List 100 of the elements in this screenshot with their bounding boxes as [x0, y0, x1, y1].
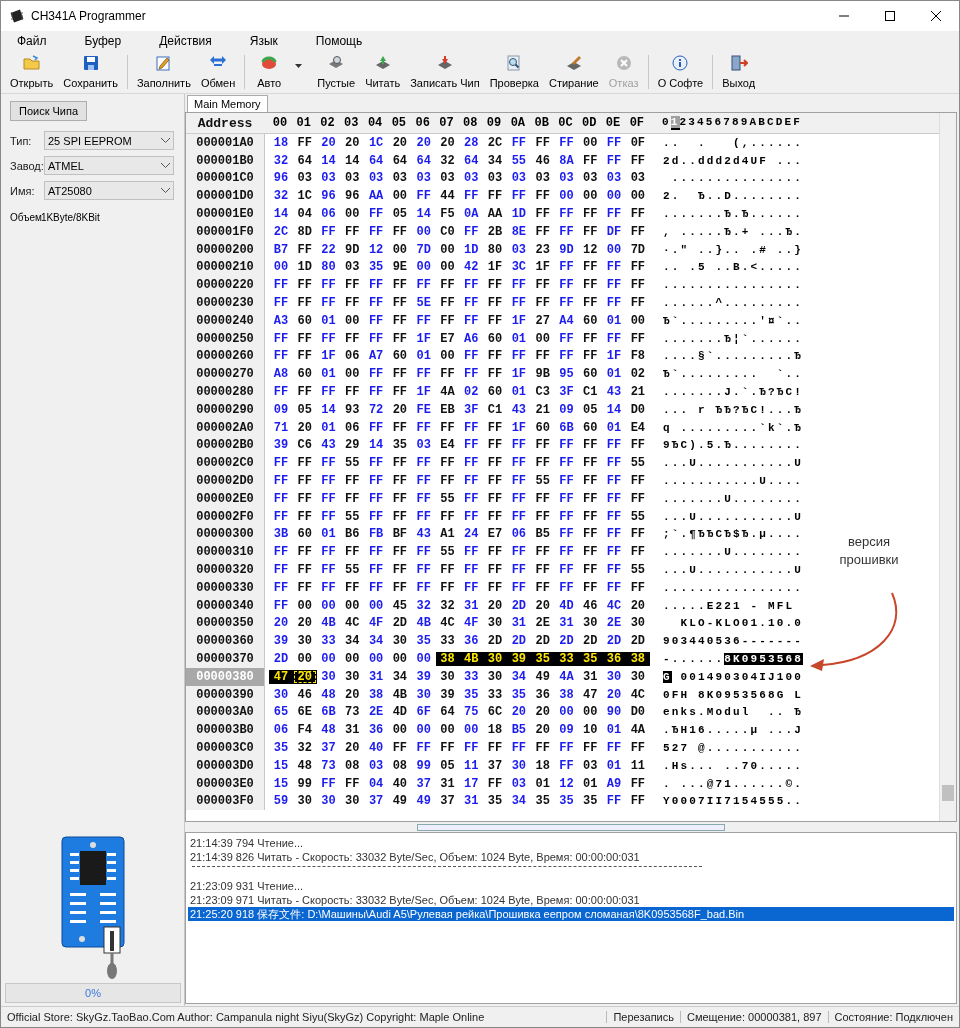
annotation-text: версия прошивки: [838, 533, 900, 569]
caret-icon[interactable]: [295, 64, 303, 68]
column-header: 0E: [604, 116, 622, 130]
toolbar-button[interactable]: Проверка: [484, 55, 544, 89]
column-header: 0A: [509, 116, 527, 130]
toolbar-button[interactable]: О Софте: [652, 55, 709, 89]
dropdown-field[interactable]: 25 SPI EEPROM: [44, 131, 174, 150]
search-chip-button[interactable]: Поиск Чипа: [10, 101, 88, 121]
ascii-text: KLO-KLO01.10.0: [679, 617, 804, 630]
hex-bytes: FF FF FF FF FF FF FF FF FF FF FF 55 FF FF FF FF: [272, 474, 647, 489]
address-cell: 000002C0: [186, 454, 265, 473]
ascii-text: ................: [663, 581, 804, 594]
field-label: Тип:: [10, 134, 33, 147]
status-text: Official Store: SkyGz.TaoBao.Com Author: Campanula night Siyu(SkyGz) Copyright: Maple Online: [1, 1011, 608, 1023]
hex-bytes: A3 60 01 00 FF FF FF FF FF FF 1F 27 A4 60 01 00: [272, 313, 647, 328]
window-title: CH341A Programmer: [31, 9, 147, 23]
menu-item[interactable]: Действия: [153, 32, 218, 50]
ascii-text: ;`.¶ЂЂCЂ$Ђ.µ....: [663, 528, 804, 541]
cursor-char: 1: [670, 116, 680, 130]
hex-bytes: 15 99 FF FF 04 40 37 31 17 FF 03 01 12 01 A9 FF: [272, 776, 647, 791]
menu-item[interactable]: Файл: [11, 32, 53, 50]
highlighted-bytes: 38 4B 30 39 35 33 35 36 38: [435, 652, 650, 666]
hex-bytes: 30 46 48 20 38 4B 30 39 35 33 35 36 38 47 20 4C: [272, 687, 647, 702]
cancel-icon: [615, 55, 632, 71]
hex-bytes: FF FF FF 55 FF FF FF FF FF FF FF FF FF FF FF 55: [272, 563, 647, 577]
hex-bytes: FF FF FF FF FF FF 5E FF FF FF FF FF FF FF FF FF: [272, 296, 647, 311]
highlighted-bytes: 47: [269, 669, 293, 684]
log-line[interactable]: 21:14:39 794 Чтение...: [188, 836, 954, 850]
address-cell: 00000370: [186, 650, 265, 668]
toolbar-button[interactable]: Обмен: [195, 55, 241, 89]
column-header: 01: [295, 116, 312, 130]
hex-bytes: 96 03 03 03 03 03 03 03 03 03 03 03 03 03 03 03: [272, 171, 647, 186]
ascii-text: ......^.........: [663, 297, 804, 310]
ascii-text: .Hs... ..70.....: [663, 759, 804, 772]
folder-icon: [22, 55, 41, 71]
hex-bytes: FF 00 00 00 00 45 32 32 31 20 2D 20 4D 46 4C 20: [272, 598, 647, 613]
ascii-text: .......J.`.Ђ?ЂC!: [663, 386, 804, 399]
chip-arrows-icon: [260, 55, 279, 71]
highlighted-text: 8K0953568: [724, 653, 804, 665]
hex-bytes: 2D 00 00 00 00 00 00: [272, 652, 432, 666]
ascii-text: ...........U....: [663, 475, 804, 488]
menu-item[interactable]: Помощь: [309, 32, 369, 50]
ascii-text: 0FH 8K0953568G L: [663, 688, 804, 701]
hex-bytes: 39 C6 43 29 14 35 03 E4 FF FF FF FF FF FF FF FF: [272, 438, 647, 453]
highlighted-text: G: [663, 670, 672, 683]
status-text: Смещение: 00000381, 897: [680, 1011, 829, 1023]
column-header: 02: [319, 116, 336, 130]
splitter-handle[interactable]: [417, 823, 725, 831]
hex-bytes: FF FF FF FF FF FF FF FF FF FF FF FF FF FF FF FF: [272, 278, 647, 293]
address-cell: 00000270: [186, 365, 265, 384]
address-cell: 00000310: [186, 543, 265, 562]
hex-bytes: 20 20 4B 4C 4F 2D 4B 4C 4F 30 31 2E 31 30 2E 30: [272, 616, 647, 631]
toolbar-button[interactable]: Сохранить: [58, 55, 123, 89]
log-line[interactable]: 21:14:39 826 Читать - Скорость: 33032 Byte/Sec, Объем: 1024 Byte, Время: 00:00:00:031: [188, 850, 954, 864]
toolbar-button[interactable]: Стирание: [543, 55, 604, 89]
info-icon: [672, 55, 689, 71]
menu-item[interactable]: Язык: [243, 32, 284, 50]
progress-label: 0%: [85, 987, 101, 999]
hex-bytes: FF FF FF FF FF FF FF 55 FF FF FF FF FF FF FF FF: [272, 545, 647, 560]
status-text: Состояние: Подключен: [833, 1011, 954, 1023]
toolbar-button[interactable]: Открыть: [5, 55, 59, 89]
ascii-text: enks.Modul .. Ђ: [663, 706, 804, 719]
floppy-icon: [82, 55, 99, 71]
toolbar-button[interactable]: Пустые: [312, 55, 361, 89]
hex-bytes: 2C 8D FF FF FF FF 00 C0 FF 2B 8E FF FF FF DF FF: [272, 224, 647, 239]
ascii-text: .......U........: [663, 546, 804, 559]
hex-bytes: 3B 60 01 B6 FB BF 43 A1 24 E7 06 B5 FF FF FF FF: [272, 527, 647, 542]
address-cell: 000003F0: [186, 792, 265, 811]
ascii-text: Ђ`.........'¤`..: [663, 314, 804, 327]
toolbar-button[interactable]: Записать Чип: [405, 55, 485, 89]
hex-bytes: 00 1D 80 03 35 9E 00 00 42 1F 3C 1F FF FF FF FF: [272, 260, 647, 275]
ascii-text: Y0007II7154555..: [663, 795, 804, 808]
ascii-text: ...U...........U: [663, 510, 804, 523]
hex-bytes: FF FF FF 55 FF FF FF FF FF FF FF FF FF FF FF 55: [272, 456, 647, 471]
column-header: 03: [343, 116, 360, 130]
tab[interactable]: Main Memory: [187, 95, 268, 112]
dropdown-field[interactable]: AT25080: [44, 181, 174, 200]
ascii-text: 9ЂC).5.Ђ........: [663, 439, 804, 452]
address-cell: 000001A0: [186, 134, 265, 152]
toolbar-button[interactable]: Выход: [717, 55, 761, 89]
hex-bytes: FF FF FF FF FF FF 1F E7 A6 60 01 00 FF FF FF FF: [272, 331, 647, 346]
field-label: Имя:: [10, 184, 36, 197]
toolbar-button[interactable]: Заполнить: [131, 55, 196, 89]
toolbar-button[interactable]: Читать: [360, 55, 406, 89]
chevron-down-icon: [161, 188, 170, 193]
log-line[interactable]: 21:23:09 971 Читать - Скорость: 33032 Byte/Sec, Объем: 1024 Byte, Время: 00:00:00:031: [188, 893, 954, 907]
field-label: Завод:: [10, 159, 44, 172]
ascii-text: ................: [663, 279, 804, 292]
hex-bytes: 65 6E 6B 73 2E 4D 6F 64 75 6C 20 20 00 00 90 D0: [272, 705, 647, 720]
scrollbar[interactable]: [939, 113, 956, 821]
ascii-header: 0: [662, 116, 671, 130]
swap-arrows-icon: [209, 55, 228, 69]
column-header: 05: [390, 116, 408, 130]
hex-bytes: B7 FF 22 9D 12 00 7D 00 1D 80 03 23 9D 12 00 7D: [272, 242, 647, 257]
column-header: 09: [485, 116, 503, 130]
dropdown-field[interactable]: ATMEL: [44, 156, 174, 175]
menu-item[interactable]: Буфер: [78, 32, 128, 50]
chevron-down-icon: [161, 138, 170, 143]
toolbar-button[interactable]: Авто: [249, 55, 290, 89]
log-line[interactable]: 21:23:09 931 Чтение...: [188, 879, 954, 893]
